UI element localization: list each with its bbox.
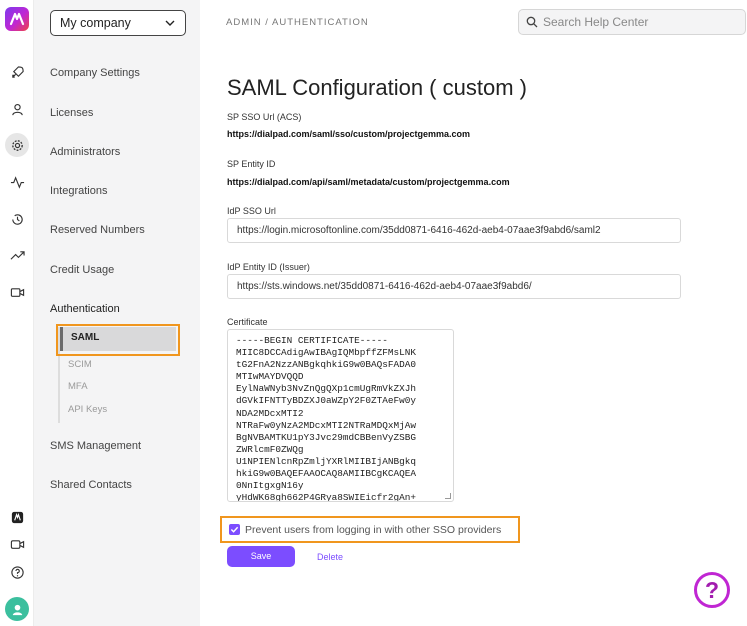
certificate-text: -----BEGIN CERTIFICATE----- MIIC8DCCAdig… <box>236 335 417 502</box>
gear-icon[interactable] <box>5 133 29 157</box>
sp-entity-value: https://dialpad.com/api/saml/metadata/cu… <box>227 177 510 187</box>
video-icon[interactable] <box>5 532 29 556</box>
dialpad-logo-icon[interactable] <box>5 7 29 31</box>
idp-entity-label: IdP Entity ID (Issuer) <box>227 262 310 272</box>
delete-button[interactable]: Delete <box>317 552 343 562</box>
sp-sso-value: https://dialpad.com/saml/sso/custom/proj… <box>227 129 471 139</box>
settings-sidebar: My company Company Settings Licenses Adm… <box>34 0 200 626</box>
sidebar-item-company-settings[interactable]: Company Settings <box>50 67 140 79</box>
certificate-label: Certificate <box>227 317 268 327</box>
video-room-icon[interactable] <box>5 280 29 304</box>
help-circle-icon[interactable] <box>5 560 29 584</box>
activity-icon[interactable] <box>5 170 29 194</box>
avatar[interactable] <box>5 597 29 621</box>
prevent-sso-highlight: Prevent users from logging in with other… <box>220 516 520 543</box>
checkmark-icon <box>230 526 239 533</box>
icon-rail <box>0 0 34 626</box>
idp-sso-label: IdP SSO Url <box>227 206 276 216</box>
search-icon <box>526 16 538 28</box>
subnav-item-scim[interactable]: SCIM <box>68 359 92 370</box>
subnav-item-saml[interactable]: SAML <box>60 327 176 351</box>
sidebar-item-credit-usage[interactable]: Credit Usage <box>50 264 114 276</box>
subnav-item-api-keys[interactable]: API Keys <box>68 404 107 415</box>
chevron-down-icon <box>165 20 175 26</box>
history-icon[interactable] <box>5 207 29 231</box>
prevent-sso-label[interactable]: Prevent users from logging in with other… <box>245 524 501 536</box>
sp-entity-label: SP Entity ID <box>227 159 276 169</box>
prevent-sso-checkbox[interactable] <box>229 524 240 535</box>
help-fab[interactable]: ? <box>694 572 730 608</box>
certificate-textarea[interactable]: -----BEGIN CERTIFICATE----- MIIC8DCCAdig… <box>227 329 454 502</box>
sidebar-item-reserved-numbers[interactable]: Reserved Numbers <box>50 224 145 236</box>
sidebar-item-shared-contacts[interactable]: Shared Contacts <box>50 479 132 491</box>
saml-highlight: SAML <box>56 324 180 356</box>
idp-entity-field[interactable]: https://sts.windows.net/35dd0871-6416-46… <box>227 274 681 299</box>
subnav-item-mfa[interactable]: MFA <box>68 381 88 392</box>
sidebar-item-administrators[interactable]: Administrators <box>50 146 120 158</box>
search-placeholder: Search Help Center <box>543 15 649 29</box>
breadcrumb: ADMIN / AUTHENTICATION <box>226 17 369 28</box>
sidebar-item-licenses[interactable]: Licenses <box>50 107 93 119</box>
company-select[interactable]: My company <box>50 10 186 36</box>
main-content: ADMIN / AUTHENTICATION Search Help Cente… <box>200 0 747 626</box>
company-select-value: My company <box>60 16 131 30</box>
page-title: SAML Configuration ( custom ) <box>227 75 527 100</box>
sp-sso-label: SP SSO Url (ACS) <box>227 112 302 122</box>
resize-handle-icon[interactable] <box>445 493 451 499</box>
save-button[interactable]: Save <box>227 546 295 567</box>
rocket-icon[interactable] <box>5 60 29 84</box>
dialpad-app-icon[interactable] <box>5 505 29 529</box>
sidebar-item-sms-management[interactable]: SMS Management <box>50 440 141 452</box>
sidebar-item-authentication[interactable]: Authentication <box>50 303 120 315</box>
search-input[interactable]: Search Help Center <box>518 9 746 35</box>
trend-icon[interactable] <box>5 243 29 267</box>
idp-sso-field[interactable]: https://login.microsoftonline.com/35dd08… <box>227 218 681 243</box>
sidebar-item-integrations[interactable]: Integrations <box>50 185 107 197</box>
user-icon[interactable] <box>5 97 29 121</box>
